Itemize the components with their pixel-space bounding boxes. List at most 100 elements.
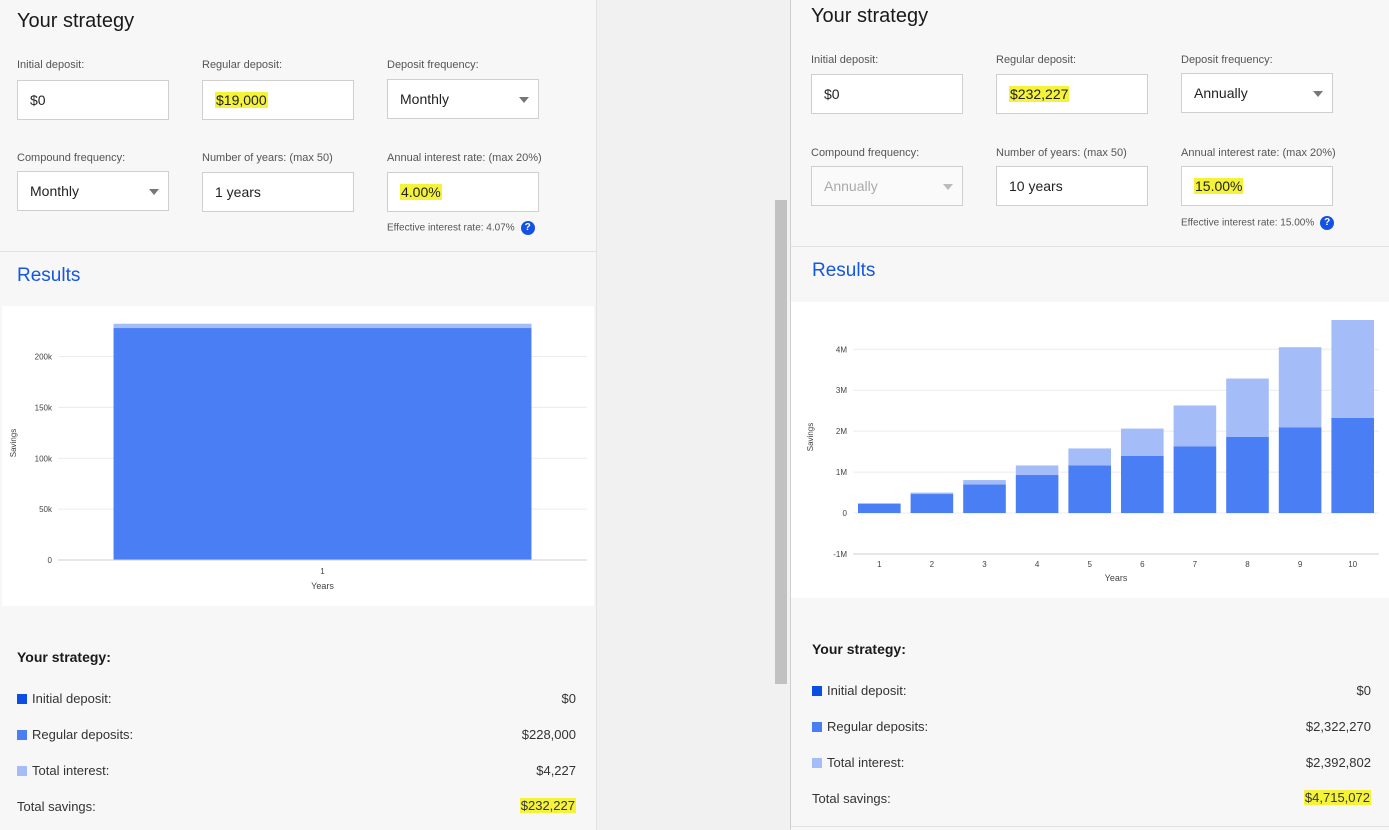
x-tick-label: 9 [1298,560,1303,569]
total-value-text: $4,715,072 [1303,790,1371,805]
y-tick-label: 3M [836,386,847,395]
y-axis-label: Savings [9,429,18,457]
scrollbar-thumb[interactable] [775,200,787,684]
interest-value: $2,392,802 [1305,755,1371,770]
bar-segment [1226,436,1269,514]
years-input[interactable]: 10 years [996,166,1148,206]
compound-frequency-label: Compound frequency: [17,152,126,164]
bar-segment [1068,465,1112,514]
bar-segment [1015,475,1059,514]
total-label: Total savings: [17,799,96,814]
x-axis-label: Years [311,581,334,591]
effective-rate-text: Effective interest rate: 15.00%? [1181,216,1335,230]
deposit-frequency-select[interactable]: Monthly [387,79,539,119]
bar-segment [1278,347,1322,428]
initial-label: Initial deposit: [32,691,112,706]
x-tick-label: 4 [1035,560,1040,569]
interest-rate-input[interactable]: 15.00% [1181,166,1333,206]
x-tick-label: 7 [1193,560,1198,569]
total-label: Total savings: [812,791,891,806]
interest-value: $4,227 [536,763,576,778]
initial-value: $0 [561,691,576,706]
deposit-frequency-value: Annually [1194,85,1248,101]
y-tick-label: 2M [836,427,847,436]
swatch-regular [812,721,822,732]
years-input[interactable]: 1 years [202,172,354,212]
swatch-initial [812,685,822,696]
legend-interest: Total interest: [812,755,904,770]
bottom-divider [791,826,1389,827]
initial-deposit-input[interactable]: $0 [17,80,169,120]
total-savings-row: Total savings: [17,799,96,814]
interest-rate-input[interactable]: 4.00% [387,172,539,212]
chevron-down-icon [943,184,953,190]
compound-frequency-select[interactable]: Monthly [17,171,169,211]
initial-label: Initial deposit: [827,683,907,698]
summary-title: Your strategy: [812,641,906,657]
regular-label: Regular deposits: [32,727,134,742]
swatch-regular [17,729,27,740]
compound-frequency-label: Compound frequency: [811,147,920,159]
bar-segment [963,480,1006,485]
savings-chart-right: -1M 0 1M 2M 3M 4M Savings 1 2 3 4 5 6 7 8 9 10 Years [806,320,1379,583]
legend-initial: Initial deposit: [17,691,112,706]
bar-segment [910,494,954,514]
summary-title: Your strategy: [17,649,111,665]
regular-value: $228,000 [521,727,576,742]
x-tick-label: 1 [877,560,882,569]
y-tick-label: 50k [39,505,53,514]
bar-segment [910,492,954,495]
regular-deposit-input[interactable]: $19,000 [202,80,354,120]
initial-deposit-input[interactable]: $0 [811,74,963,114]
interest-label: Total interest: [827,755,905,770]
calculator-panel-right: Your strategy Initial deposit: Regular d… [790,0,1389,830]
savings-chart-left: 0 50k 100k 150k 200k Savings 1 Years [9,323,587,591]
regular-deposit-label: Regular deposit: [996,54,1077,66]
deposit-frequency-select[interactable]: Annually [1181,73,1333,113]
years-label: Number of years: (max 50) [996,147,1127,159]
bar-segment [113,323,532,329]
compound-frequency-value: Monthly [30,183,80,199]
results-chart: 0 50k 100k 150k 200k Savings 1 Years [2,306,594,606]
chevron-down-icon [1313,91,1323,97]
initial-deposit-label: Initial deposit: [811,54,879,66]
x-tick-label: 6 [1140,560,1145,569]
bar-segment [963,484,1006,514]
initial-deposit-value: $0 [30,92,46,108]
x-tick-label: 1 [320,567,325,576]
y-tick-label: 1M [836,468,847,477]
bar-segment [1120,456,1164,514]
regular-deposit-value: $19,000 [215,92,268,108]
regular-deposit-input[interactable]: $232,227 [996,74,1148,114]
effective-rate-text: Effective interest rate: 4.07%? [387,221,535,235]
regular-value: $2,322,270 [1305,719,1371,734]
results-chart: -1M 0 1M 2M 3M 4M Savings 1 2 3 4 5 6 7 8 9 10 Years [791,302,1389,598]
help-icon[interactable]: ? [1320,216,1335,230]
interest-rate-value: 15.00% [1194,178,1244,194]
years-value: 10 years [1009,178,1063,194]
y-tick-label: 200k [35,353,53,362]
bar-segment [113,328,532,560]
initial-value: $0 [1356,683,1371,698]
help-icon[interactable]: ? [520,221,535,235]
compound-frequency-value: Annually [824,178,878,194]
regular-label: Regular deposits: [827,719,929,734]
section-divider [0,251,596,252]
deposit-frequency-value: Monthly [400,91,450,107]
swatch-interest [812,757,822,768]
bar-segment [1226,378,1269,437]
x-tick-label: 3 [982,560,987,569]
legend-regular: Regular deposits: [17,727,133,742]
results-heading: Results [812,260,876,281]
effective-rate-value: Effective interest rate: 4.07% [387,222,515,234]
compound-frequency-select[interactable]: Annually [811,166,963,206]
y-tick-label: 0 [48,556,53,565]
y-tick-label: 150k [35,403,53,412]
deposit-frequency-label: Deposit frequency: [1181,54,1273,66]
x-tick-label: 8 [1245,560,1250,569]
y-tick-label: 0 [843,509,848,518]
y-axis-label: Savings [806,423,815,451]
total-savings-row: Total savings: [812,791,891,806]
x-tick-label: 10 [1348,560,1357,569]
calculator-panel-left: Your strategy Initial deposit: Regular d… [0,0,597,830]
